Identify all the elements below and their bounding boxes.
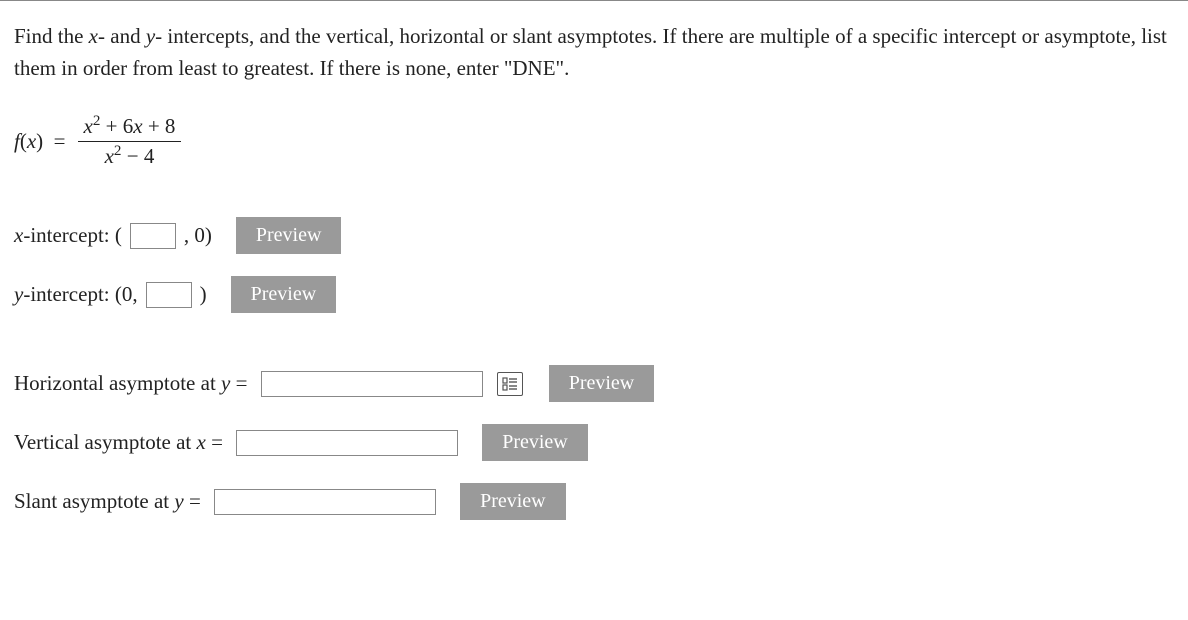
y-intercept-suffix: ) bbox=[200, 282, 207, 307]
fraction: x2 + 6x + 8 x2 − 4 bbox=[78, 112, 182, 171]
y-intercept-row: y-intercept: (0, ) Preview bbox=[14, 276, 1174, 313]
x-intercept-preview-button[interactable]: Preview bbox=[236, 217, 342, 254]
horizontal-asymptote-preview-button[interactable]: Preview bbox=[549, 365, 655, 402]
slant-asymptote-label: Slant asymptote at y = bbox=[14, 489, 206, 514]
denominator: x2 − 4 bbox=[99, 142, 161, 171]
slant-asymptote-row: Slant asymptote at y = Preview bbox=[14, 483, 1174, 520]
vertical-asymptote-label: Vertical asymptote at x = bbox=[14, 430, 228, 455]
x-intercept-label: x-intercept: ( bbox=[14, 223, 122, 248]
question-prompt: Find the x- and y- intercepts, and the v… bbox=[14, 21, 1174, 84]
x-intercept-row: x-intercept: ( , 0) Preview bbox=[14, 217, 1174, 254]
slant-asymptote-input[interactable] bbox=[214, 489, 436, 515]
vertical-asymptote-input[interactable] bbox=[236, 430, 458, 456]
x-intercept-suffix: , 0) bbox=[184, 223, 212, 248]
x-intercept-input[interactable] bbox=[130, 223, 176, 249]
y-intercept-label: y-intercept: (0, bbox=[14, 282, 138, 307]
question-container: Find the x- and y- intercepts, and the v… bbox=[0, 0, 1188, 582]
horizontal-asymptote-row: Horizontal asymptote at y = Preview bbox=[14, 365, 1174, 402]
slant-asymptote-preview-button[interactable]: Preview bbox=[460, 483, 566, 520]
horizontal-asymptote-label: Horizontal asymptote at y = bbox=[14, 371, 253, 396]
vertical-asymptote-row: Vertical asymptote at x = Preview bbox=[14, 424, 1174, 461]
horizontal-asymptote-input[interactable] bbox=[261, 371, 483, 397]
function-equation: f(x) = x2 + 6x + 8 x2 − 4 bbox=[14, 112, 1174, 171]
y-intercept-input[interactable] bbox=[146, 282, 192, 308]
y-intercept-preview-button[interactable]: Preview bbox=[231, 276, 337, 313]
numerator: x2 + 6x + 8 bbox=[78, 112, 182, 142]
keypad-icon[interactable] bbox=[497, 372, 523, 396]
vertical-asymptote-preview-button[interactable]: Preview bbox=[482, 424, 588, 461]
function-lhs: f(x) = bbox=[14, 129, 66, 154]
